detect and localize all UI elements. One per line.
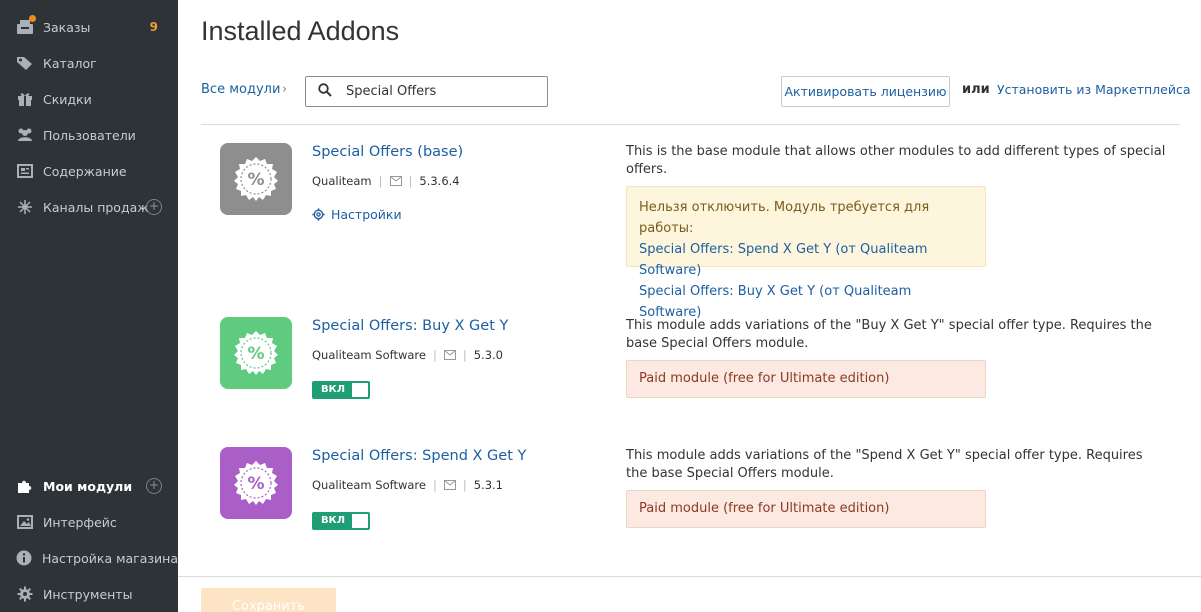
percent-badge-icon: % xyxy=(234,157,278,201)
settings-label: Настройки xyxy=(331,207,402,222)
sidebar-item-label: Каталог xyxy=(43,55,97,71)
addon-meta: Qualiteam Software | | 5.3.0 xyxy=(312,348,503,362)
main-content: Installed Addons Все модули › Активирова… xyxy=(178,0,1201,612)
sidebar-item-orders[interactable]: Заказы 9 xyxy=(0,9,178,45)
sidebar-item-label: Настройка магазина xyxy=(41,550,178,566)
dependency-notice: Нельзя отключить. Модуль требуется для р… xyxy=(626,186,986,320)
gift-icon xyxy=(16,90,34,108)
sidebar-item-label: Пользователи xyxy=(43,127,136,143)
svg-text:%: % xyxy=(247,170,264,190)
divider xyxy=(201,124,1180,125)
orders-icon xyxy=(16,15,36,36)
footer-divider xyxy=(178,576,1201,577)
percent-badge-icon: % xyxy=(234,461,278,505)
addon-icon-special-offers-base: % xyxy=(220,143,292,215)
paid-module-notice: Paid module (free for Ultimate edition) xyxy=(626,360,986,398)
svg-text:%: % xyxy=(247,474,264,494)
toggle-on-label: ВКЛ xyxy=(314,514,352,528)
addon-name-link[interactable]: Special Offers (base) xyxy=(312,144,463,160)
addon-version: 5.3.0 xyxy=(473,348,503,362)
addon-vendor: Qualiteam Software xyxy=(312,348,426,362)
search-icon xyxy=(318,82,332,101)
addon-description: This module adds variations of the "Buy … xyxy=(626,318,1152,351)
mail-icon[interactable] xyxy=(443,480,456,490)
info-icon xyxy=(16,549,33,567)
paid-module-notice: Paid module (free for Ultimate edition) xyxy=(626,490,986,528)
addon-name-link[interactable]: Special Offers: Spend X Get Y xyxy=(312,448,526,464)
sidebar-item-sales-channels[interactable]: Каналы продаж + xyxy=(0,189,178,225)
dependency-notice-title: Нельзя отключить. Модуль требуется для р… xyxy=(639,200,930,236)
save-button[interactable]: Сохранить xyxy=(201,588,336,612)
addon-name-link[interactable]: Special Offers: Buy X Get Y xyxy=(312,318,508,334)
activate-license-button[interactable]: Активировать лицензию xyxy=(781,76,950,107)
install-from-marketplace-link[interactable]: Установить из Маркетплейса xyxy=(997,82,1191,97)
gear-icon xyxy=(312,208,325,221)
toggle-on-label: ВКЛ xyxy=(314,383,352,397)
or-label: или xyxy=(962,82,990,97)
percent-badge-icon: % xyxy=(234,331,278,375)
breadcrumb-all-modules[interactable]: Все модули xyxy=(201,82,280,97)
sidebar: Заказы 9 Каталог Скидки Пользователи Сод… xyxy=(0,0,178,612)
notification-dot xyxy=(29,15,36,22)
network-icon xyxy=(16,198,34,216)
addon-settings-link[interactable]: Настройки xyxy=(312,207,402,222)
addon-description: This is the base module that allows othe… xyxy=(626,144,1166,177)
search-box xyxy=(305,76,548,107)
page-title: Installed Addons xyxy=(201,16,400,46)
content-icon xyxy=(16,162,34,180)
users-icon xyxy=(16,126,34,144)
sidebar-item-content[interactable]: Содержание xyxy=(0,153,178,189)
sidebar-item-tools[interactable]: Инструменты xyxy=(0,576,178,612)
sidebar-item-label: Скидки xyxy=(43,91,92,107)
mail-icon[interactable] xyxy=(443,350,456,360)
sidebar-item-label: Каналы продаж xyxy=(43,199,149,215)
breadcrumb-separator: › xyxy=(282,82,288,97)
tags-icon xyxy=(16,54,34,72)
addon-description: This module adds variations of the "Spen… xyxy=(626,448,1143,481)
gear-icon xyxy=(16,585,34,603)
add-module-plus-icon[interactable]: + xyxy=(146,478,162,494)
addon-version: 5.3.6.4 xyxy=(419,174,460,188)
sidebar-item-label: Заказы xyxy=(43,19,91,35)
addon-enable-toggle[interactable]: ВКЛ xyxy=(312,512,370,530)
addon-icon-buy-x-get-y: % xyxy=(220,317,292,389)
sidebar-item-discounts[interactable]: Скидки xyxy=(0,81,178,117)
sidebar-item-label: Инструменты xyxy=(43,586,133,602)
dependency-link-spend-x-get-y[interactable]: Special Offers: Spend X Get Y (от Qualit… xyxy=(639,239,973,281)
search-input[interactable] xyxy=(346,84,526,99)
sidebar-item-label: Содержание xyxy=(43,163,127,179)
image-icon xyxy=(16,513,34,531)
addon-icon-spend-x-get-y: % xyxy=(220,447,292,519)
addon-vendor: Qualiteam Software xyxy=(312,478,426,492)
sidebar-item-label: Мои модули xyxy=(43,478,133,494)
sidebar-item-catalog[interactable]: Каталог xyxy=(0,45,178,81)
sidebar-item-label: Интерфейс xyxy=(43,514,117,530)
orders-count-badge: 9 xyxy=(149,20,158,34)
puzzle-icon xyxy=(16,477,34,495)
addon-meta: Qualiteam | | 5.3.6.4 xyxy=(312,174,460,188)
addon-vendor: Qualiteam xyxy=(312,174,372,188)
mail-icon[interactable] xyxy=(389,176,402,186)
addon-enable-toggle[interactable]: ВКЛ xyxy=(312,381,370,399)
svg-text:%: % xyxy=(247,344,264,364)
sidebar-item-interface[interactable]: Интерфейс xyxy=(0,504,178,540)
addon-version: 5.3.1 xyxy=(473,478,503,492)
sidebar-item-users[interactable]: Пользователи xyxy=(0,117,178,153)
sidebar-item-my-modules[interactable]: Мои модули + xyxy=(0,468,178,504)
sidebar-item-store-setup[interactable]: Настройка магазина xyxy=(0,540,178,576)
addon-meta: Qualiteam Software | | 5.3.1 xyxy=(312,478,503,492)
add-channel-plus-icon[interactable]: + xyxy=(146,199,162,215)
